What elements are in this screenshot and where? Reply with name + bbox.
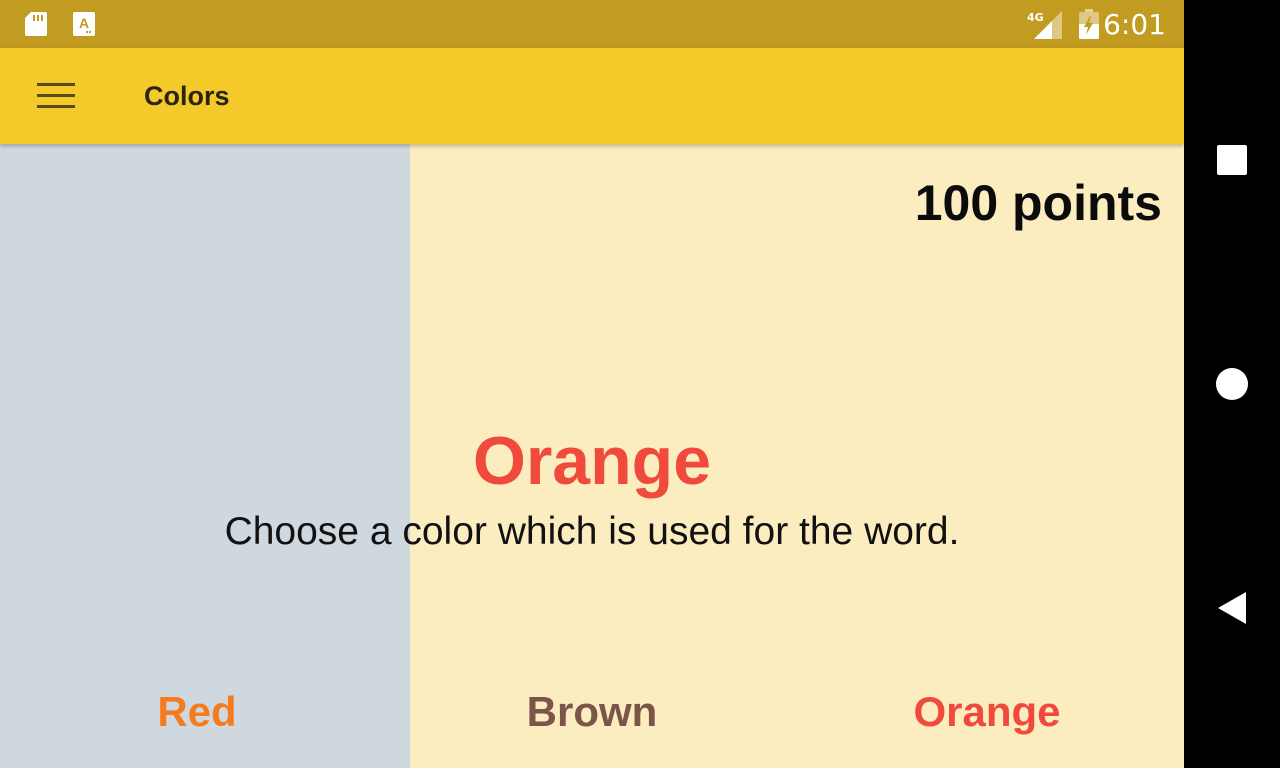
hamburger-menu-icon[interactable] bbox=[26, 72, 86, 120]
answer-brown-button[interactable]: Brown bbox=[395, 688, 789, 736]
toolbar-title: Colors bbox=[144, 81, 230, 111]
status-bar: A 4G 6:01 bbox=[0, 0, 1184, 48]
sd-card-icon bbox=[25, 12, 47, 36]
score-points: 100 points bbox=[914, 175, 1162, 231]
color-word: Orange bbox=[472, 423, 712, 499]
instruction-text: Choose a color which is used for the wor… bbox=[224, 510, 960, 553]
home-circle-icon[interactable] bbox=[1208, 360, 1256, 408]
svg-text:A: A bbox=[79, 15, 89, 31]
app-window: A 4G 6:01 Colors 100 points Orange Choos… bbox=[0, 0, 1184, 768]
app-toolbar: Colors bbox=[0, 48, 1184, 144]
svg-text:4G: 4G bbox=[1027, 11, 1044, 24]
answer-options: Red Brown Orange bbox=[0, 668, 1184, 768]
game-area: 100 points Orange Choose a color which i… bbox=[0, 144, 1184, 768]
answer-red-button[interactable]: Red bbox=[0, 688, 394, 736]
back-triangle-icon[interactable] bbox=[1208, 584, 1256, 632]
system-nav-bar bbox=[1184, 0, 1280, 768]
app-notification-icon: A bbox=[73, 12, 95, 36]
answer-orange-button[interactable]: Orange bbox=[790, 688, 1184, 736]
signal-4g-icon: 4G bbox=[1027, 11, 1062, 39]
recents-square-icon[interactable] bbox=[1208, 136, 1256, 184]
clock: 6:01 bbox=[1103, 8, 1166, 41]
battery-charging-icon bbox=[1079, 9, 1099, 39]
